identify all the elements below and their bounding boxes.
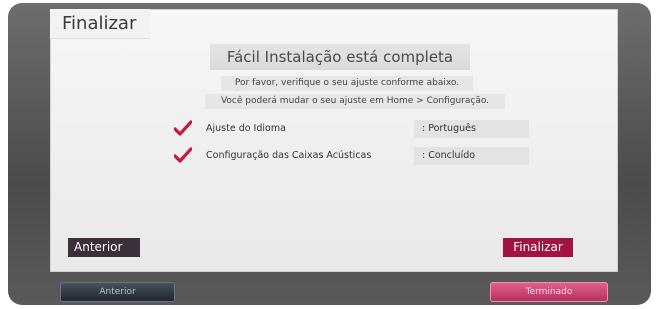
page-title: Finalizar bbox=[62, 13, 137, 34]
setting-label-speakers: Configuração das Caixas Acústicas bbox=[206, 150, 372, 161]
finish-button[interactable]: Finalizar bbox=[503, 238, 573, 257]
setting-value-language: : Português bbox=[414, 120, 529, 138]
remote-done-button[interactable]: Terminado bbox=[490, 282, 608, 302]
instruction-text-1: Por favor, verifique o seu ajuste confor… bbox=[221, 76, 473, 91]
previous-button[interactable]: Anterior bbox=[68, 238, 140, 257]
remote-previous-button[interactable]: Anterior bbox=[60, 282, 175, 302]
setting-value-speakers: : Concluído bbox=[414, 147, 529, 165]
setting-row-language: Ajuste do Idioma : Português bbox=[170, 120, 550, 142]
instruction-text-2: Você poderá mudar o seu ajuste em Home >… bbox=[205, 94, 505, 109]
checkmark-icon bbox=[174, 147, 192, 163]
tv-device: Finalizar Fácil Instalação está completa… bbox=[0, 0, 659, 309]
setting-label-language: Ajuste do Idioma bbox=[206, 123, 286, 134]
checkmark-icon bbox=[174, 120, 192, 136]
setting-row-speakers: Configuração das Caixas Acústicas : Conc… bbox=[170, 147, 550, 169]
completion-heading: Fácil Instalação está completa bbox=[210, 44, 470, 70]
title-tab: Finalizar bbox=[50, 9, 150, 39]
setup-screen: Finalizar Fácil Instalação está completa… bbox=[50, 9, 618, 272]
